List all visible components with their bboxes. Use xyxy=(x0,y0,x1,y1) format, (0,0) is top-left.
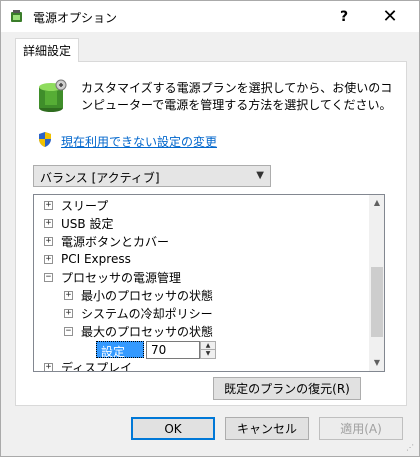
window-title: 電源オプション xyxy=(33,11,118,25)
expand-icon[interactable]: + xyxy=(44,362,53,371)
tree-item-display[interactable]: + ディスプレイ xyxy=(44,358,133,372)
tree-item-min-processor-state[interactable]: + 最小のプロセッサの状態 xyxy=(64,286,213,304)
change-unavailable-settings-link[interactable]: 現在利用できない設定の変更 xyxy=(61,133,217,150)
tree-item-label: 最小のプロセッサの状態 xyxy=(81,288,214,303)
spin-up-icon[interactable]: ▲ xyxy=(201,342,215,350)
tree-item-usb[interactable]: + USB 設定 xyxy=(44,214,113,232)
scroll-thumb[interactable] xyxy=(371,267,383,337)
expand-icon[interactable]: + xyxy=(64,290,73,300)
setting-percent-label: 設定 (%): xyxy=(96,341,144,371)
tree-item-label: ディスプレイ xyxy=(61,360,133,372)
chevron-down-icon: ▼ xyxy=(256,170,264,181)
spin-down-icon[interactable]: ▼ xyxy=(201,350,215,358)
tree-item-processor-power[interactable]: − プロセッサの電源管理 xyxy=(44,268,181,286)
power-plan-select[interactable]: バランス [アクティブ] ▼ xyxy=(33,165,271,187)
plan-description: カスタマイズする電源プランを選択してから、お使いのコンピューターで電源を管理する… xyxy=(81,81,393,112)
tree-item-label: プロセッサの電源管理 xyxy=(61,270,182,285)
close-button[interactable]: ✕ xyxy=(367,1,413,32)
uac-shield-icon xyxy=(39,132,51,147)
tree-item-max-processor-state[interactable]: − 最大のプロセッサの状態 xyxy=(64,322,213,340)
tree-item-label: 電源ボタンとカバー xyxy=(61,234,170,249)
tree-item-label: PCI Express xyxy=(61,252,131,266)
tree-item-sleep[interactable]: + スリープ xyxy=(44,196,108,214)
scroll-down-icon[interactable]: ▼ xyxy=(369,355,384,371)
collapse-icon[interactable]: − xyxy=(44,272,53,282)
ok-button[interactable]: OK xyxy=(131,417,215,440)
tree-item-label: システムの冷却ポリシー xyxy=(81,306,213,321)
tree-item-pci-express[interactable]: + PCI Express xyxy=(44,250,131,268)
battery-plan-icon xyxy=(39,79,67,112)
tree-item-label: スリープ xyxy=(61,198,109,213)
tree-scrollbar[interactable]: ▲ ▼ xyxy=(369,195,384,371)
expand-icon[interactable]: + xyxy=(44,218,53,228)
scroll-up-icon[interactable]: ▲ xyxy=(369,195,384,211)
expand-icon[interactable]: + xyxy=(44,236,53,246)
help-button[interactable]: ? xyxy=(321,1,367,32)
tree-item-label: USB 設定 xyxy=(61,216,114,231)
power-options-icon xyxy=(11,10,22,22)
power-plan-value: バランス [アクティブ] xyxy=(40,171,160,185)
tree-item-power-buttons[interactable]: + 電源ボタンとカバー xyxy=(44,232,169,250)
title-bar: 電源オプション ? ✕ xyxy=(1,1,419,32)
setting-percent-input[interactable] xyxy=(146,341,200,359)
cancel-button[interactable]: キャンセル xyxy=(225,417,309,440)
tree-item-cooling-policy[interactable]: + システムの冷却ポリシー xyxy=(64,304,213,322)
expand-icon[interactable]: + xyxy=(44,200,53,210)
resize-grip-icon[interactable]: ⋰ xyxy=(406,443,416,453)
settings-tree[interactable]: + スリープ + USB 設定 + 電源ボタンとカバー + PCI Expres… xyxy=(33,194,385,372)
expand-icon[interactable]: + xyxy=(64,308,73,318)
expand-icon[interactable]: + xyxy=(44,254,53,264)
collapse-icon[interactable]: − xyxy=(64,326,73,336)
tree-item-label: 最大のプロセッサの状態 xyxy=(81,324,214,339)
power-options-window: 電源オプション ? ✕ 詳細設定 カスタマイズする電源プランを選択してから、お使… xyxy=(0,0,420,457)
apply-button[interactable]: 適用(A) xyxy=(319,417,403,440)
setting-spinner[interactable]: ▲ ▼ xyxy=(200,341,216,359)
restore-defaults-button[interactable]: 既定のプランの復元(R) xyxy=(213,377,361,400)
tab-advanced-settings[interactable]: 詳細設定 xyxy=(15,38,79,62)
